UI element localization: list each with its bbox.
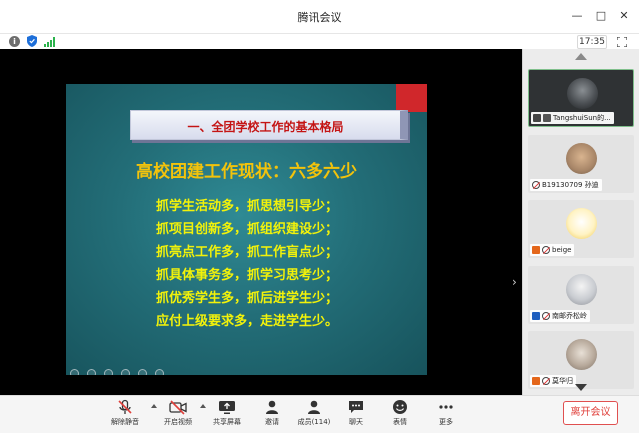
signal-icon[interactable] bbox=[44, 37, 55, 47]
members-label: 成员(114) bbox=[297, 418, 331, 426]
user-icon bbox=[532, 312, 540, 320]
slide-pen-icon[interactable] bbox=[104, 369, 114, 375]
user-icon bbox=[532, 246, 540, 254]
video-options-icon[interactable] bbox=[200, 404, 206, 408]
slide-line: 应付上级要求多，走进学生少。 bbox=[156, 314, 339, 329]
participant-label: B19130709 孙迪 bbox=[530, 179, 602, 191]
participants-panel: TangshuiSun的... B19130709 孙迪 beige 南邮乔松岭… bbox=[522, 49, 639, 395]
participant-tile[interactable]: beige bbox=[528, 200, 634, 258]
invite-label: 邀请 bbox=[265, 418, 279, 426]
mic-off-icon bbox=[118, 399, 132, 414]
unmute-button[interactable]: 解除静音 bbox=[105, 399, 145, 431]
slide-red-tab bbox=[396, 84, 427, 112]
meeting-clock: 17:35 bbox=[577, 35, 607, 49]
avatar bbox=[566, 143, 597, 174]
slide-banner: 一、全团学校工作的基本格局 bbox=[130, 110, 408, 140]
participant-label: 南邮乔松岭 bbox=[530, 310, 590, 322]
participant-tile[interactable]: 莫华归 bbox=[528, 331, 634, 389]
avatar bbox=[566, 274, 597, 305]
slide-line: 抓具体事务多，抓学习思考少； bbox=[156, 268, 339, 283]
share-screen-label: 共享屏幕 bbox=[213, 418, 241, 426]
audio-options-icon[interactable] bbox=[151, 404, 157, 408]
smiley-icon bbox=[393, 400, 407, 414]
mic-off-icon bbox=[542, 312, 550, 320]
participant-label: beige bbox=[530, 244, 575, 256]
more-icon bbox=[439, 405, 453, 409]
slide-menu-icon[interactable] bbox=[121, 369, 131, 375]
mic-off-icon bbox=[532, 181, 540, 189]
emoji-button[interactable]: 表情 bbox=[380, 399, 420, 431]
shared-screen: 一、全团学校工作的基本格局 高校团建工作现状：六多六少 抓学生活动多，抓思想引导… bbox=[0, 49, 522, 395]
meeting-toolbar: 解除静音 开启视频 共享屏幕 邀请 成员(114) 聊天 表情 更多 离开会议 bbox=[0, 395, 639, 433]
scroll-up-icon[interactable] bbox=[575, 53, 587, 60]
slide-more-icon[interactable] bbox=[155, 369, 165, 375]
presentation-slide: 一、全团学校工作的基本格局 高校团建工作现状：六多六少 抓学生活动多，抓思想引导… bbox=[66, 84, 427, 375]
fullscreen-icon[interactable] bbox=[617, 37, 627, 47]
chat-label: 聊天 bbox=[349, 418, 363, 426]
participant-label: TangshuiSun的... bbox=[531, 112, 614, 124]
slide-line: 抓亮点工作多，抓工作盲点少； bbox=[156, 245, 339, 260]
meeting-info-bar: i 17:35 bbox=[0, 33, 639, 49]
members-button[interactable]: 成员(114) bbox=[294, 399, 334, 431]
slide-controls bbox=[70, 363, 167, 375]
slide-line: 抓学生活动多，抓思想引导少； bbox=[156, 199, 339, 214]
chevron-right-icon[interactable]: › bbox=[512, 275, 517, 289]
slide-next-icon[interactable] bbox=[87, 369, 97, 375]
participant-name: 南邮乔松岭 bbox=[552, 312, 587, 320]
participant-tile[interactable]: 南邮乔松岭 bbox=[528, 266, 634, 324]
emoji-label: 表情 bbox=[393, 418, 407, 426]
video-off-icon bbox=[169, 400, 187, 415]
avatar bbox=[566, 339, 597, 370]
more-label: 更多 bbox=[439, 418, 453, 426]
screen-share-icon bbox=[533, 114, 541, 122]
slide-zoom-icon[interactable] bbox=[138, 369, 148, 375]
minimize-icon[interactable]: — bbox=[570, 10, 584, 22]
shield-icon[interactable] bbox=[27, 35, 37, 47]
participant-tile[interactable]: TangshuiSun的... bbox=[528, 69, 634, 127]
invite-icon bbox=[266, 400, 278, 414]
invite-button[interactable]: 邀请 bbox=[252, 399, 292, 431]
avatar bbox=[567, 78, 598, 109]
mic-off-icon bbox=[542, 377, 550, 385]
participant-name: 莫华归 bbox=[552, 377, 573, 385]
chat-button[interactable]: 聊天 bbox=[336, 399, 376, 431]
scroll-down-icon[interactable] bbox=[575, 384, 587, 391]
slide-heading: 高校团建工作现状：六多六少 bbox=[136, 162, 357, 182]
participant-name: TangshuiSun的... bbox=[553, 114, 611, 122]
close-icon[interactable]: ✕ bbox=[617, 10, 631, 22]
participant-label: 莫华归 bbox=[530, 375, 576, 387]
mic-icon bbox=[543, 114, 551, 122]
share-screen-button[interactable]: 共享屏幕 bbox=[207, 399, 247, 431]
leave-meeting-button[interactable]: 离开会议 bbox=[563, 401, 618, 425]
chat-icon bbox=[349, 401, 363, 413]
start-video-label: 开启视频 bbox=[164, 418, 192, 426]
slide-banner-text: 一、全团学校工作的基本格局 bbox=[187, 120, 344, 134]
user-icon bbox=[532, 377, 540, 385]
mic-off-icon bbox=[542, 246, 550, 254]
participant-tile[interactable]: B19130709 孙迪 bbox=[528, 135, 634, 193]
participant-name: B19130709 孙迪 bbox=[542, 181, 599, 189]
participant-name: beige bbox=[552, 246, 572, 254]
start-video-button[interactable]: 开启视频 bbox=[158, 399, 198, 431]
share-screen-icon bbox=[219, 401, 235, 414]
title-bar: 腾讯会议 — □ ✕ bbox=[0, 0, 639, 33]
slide-line: 抓项目创新多，抓组织建设少； bbox=[156, 222, 339, 237]
slide-prev-icon[interactable] bbox=[70, 369, 79, 375]
more-button[interactable]: 更多 bbox=[426, 399, 466, 431]
avatar bbox=[566, 208, 597, 239]
unmute-label: 解除静音 bbox=[111, 418, 139, 426]
members-icon bbox=[308, 400, 320, 414]
meeting-window: 腾讯会议 — □ ✕ i 17:35 一、全团学校工作的基本格局 高校团建工作现… bbox=[0, 0, 639, 433]
window-title: 腾讯会议 bbox=[297, 11, 342, 24]
slide-line: 抓优秀学生多，抓后进学生少； bbox=[156, 291, 339, 306]
info-icon[interactable]: i bbox=[9, 36, 20, 47]
maximize-icon[interactable]: □ bbox=[594, 10, 608, 22]
